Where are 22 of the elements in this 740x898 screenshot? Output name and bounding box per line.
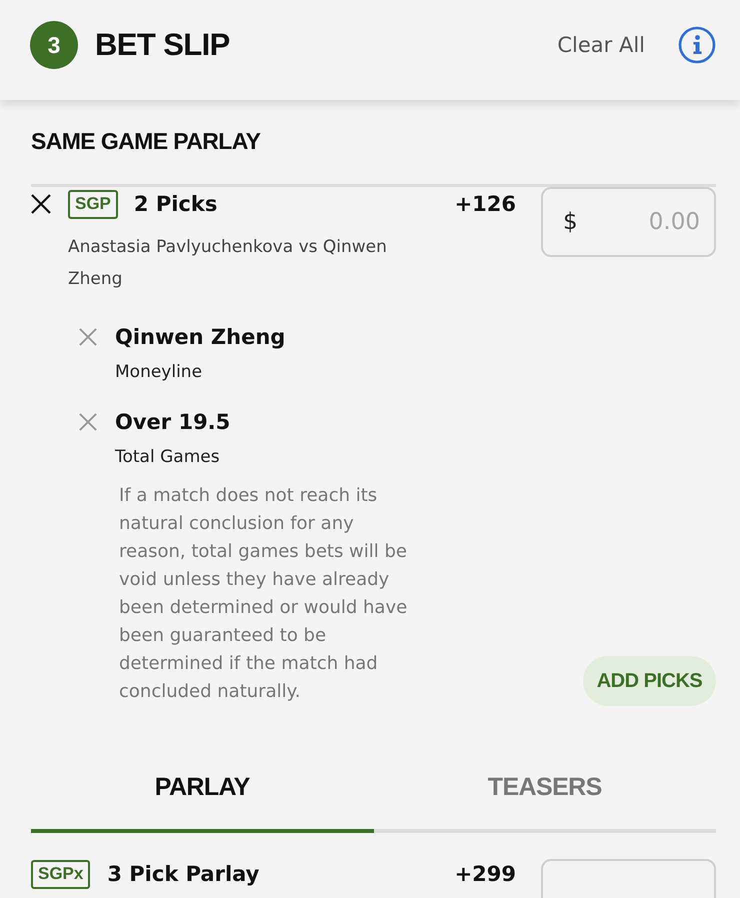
event-name: Anastasia Pavlyuchenkova vs Qinwen Zheng	[68, 236, 388, 291]
info-icon[interactable]	[678, 26, 716, 64]
sgp-tag: SGP	[68, 190, 118, 218]
bet-slip-title: BET SLIP	[95, 26, 230, 64]
odds: +299	[454, 862, 516, 886]
market-name: Moneyline	[115, 361, 204, 384]
section-title: SAME GAME PARLAY	[31, 128, 262, 154]
currency-symbol: $	[563, 208, 578, 236]
market-name: Total Games	[115, 446, 221, 469]
bet-type-tab[interactable]: TEASERS	[374, 745, 716, 833]
clear-all-button[interactable]: Clear All	[557, 21, 645, 69]
bet-type-tab[interactable]: PARLAY	[31, 745, 374, 833]
bet-title: 3 Pick Parlay	[107, 862, 260, 886]
rule-note: If a match does not reach its natural conclusion for any reason, total games bets will be void unless they have already been determined or would have been guaranteed to be determined if the match had concluded naturally.	[119, 484, 408, 704]
odds: +126	[454, 192, 516, 216]
close-icon[interactable]	[31, 194, 51, 214]
add-picks-button[interactable]: ADD PICKS	[583, 656, 716, 706]
selection-name: Over 19.5	[115, 409, 232, 436]
sgpx-tag: SGPx	[31, 860, 90, 888]
bet-title: 2 Picks	[134, 192, 218, 216]
selection-name: Qinwen Zheng	[115, 324, 286, 351]
count-badge: 3	[30, 21, 78, 69]
